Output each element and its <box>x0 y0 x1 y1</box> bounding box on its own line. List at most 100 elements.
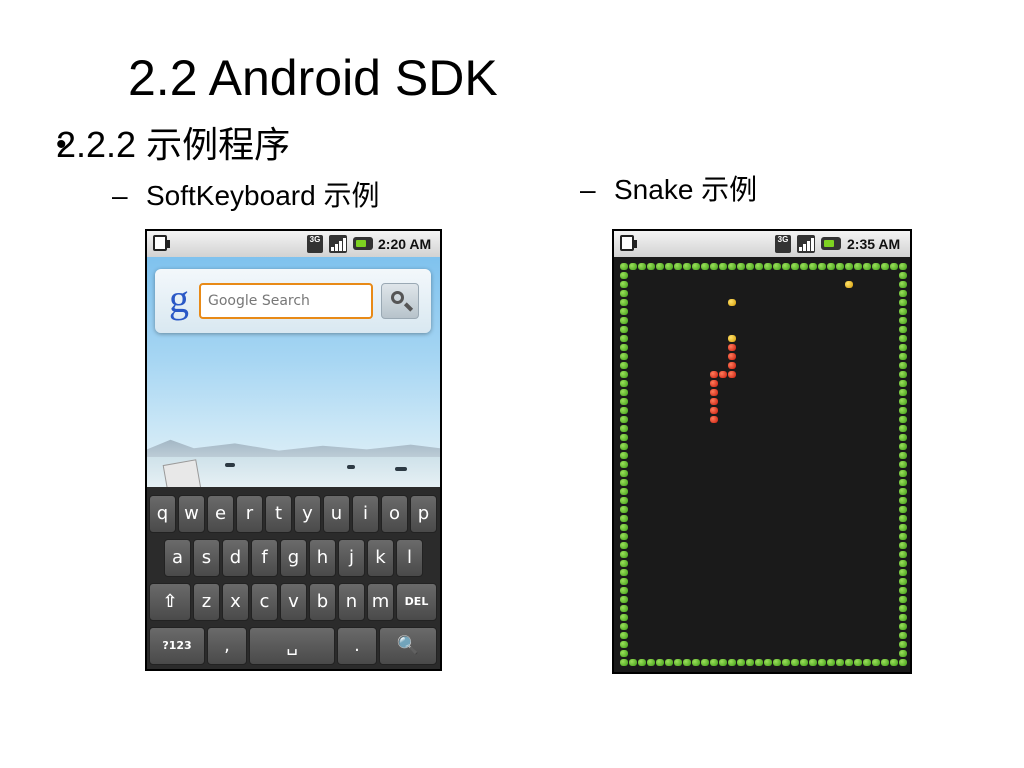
key-f[interactable]: f <box>251 539 278 577</box>
wall-segment <box>674 659 682 666</box>
wall-segment <box>890 659 898 666</box>
wall-segment <box>620 470 628 477</box>
delete-key[interactable]: DEL <box>396 583 437 621</box>
wall-segment <box>620 479 628 486</box>
wall-segment <box>899 596 907 603</box>
wall-segment <box>899 452 907 459</box>
key-j[interactable]: j <box>338 539 365 577</box>
key-k[interactable]: k <box>367 539 394 577</box>
google-search-widget[interactable]: g Google Search <box>155 269 431 333</box>
key-z[interactable]: z <box>193 583 220 621</box>
symbols-key[interactable]: ?123 <box>149 627 205 665</box>
snake-segment <box>728 353 736 360</box>
wall-segment <box>863 263 871 270</box>
wall-segment <box>899 308 907 315</box>
key-a[interactable]: a <box>164 539 191 577</box>
key-s[interactable]: s <box>193 539 220 577</box>
snake-head <box>728 335 736 342</box>
app-shortcut-icon[interactable] <box>162 459 202 487</box>
wall-segment <box>899 425 907 432</box>
wall-segment <box>773 263 781 270</box>
key-n[interactable]: n <box>338 583 365 621</box>
wall-segment <box>701 263 709 270</box>
wall-segment <box>881 659 889 666</box>
wall-segment <box>899 263 907 270</box>
snake-screenshot: 3G 2:35 AM <box>612 229 912 674</box>
wall-segment <box>620 623 628 630</box>
key-i[interactable]: i <box>352 495 379 533</box>
wall-segment <box>899 398 907 405</box>
wall-segment <box>620 407 628 414</box>
wall-segment <box>836 263 844 270</box>
key-comma[interactable]: , <box>207 627 247 665</box>
wall-segment <box>719 659 727 666</box>
wall-segment <box>620 425 628 432</box>
key-d[interactable]: d <box>222 539 249 577</box>
snake-game-field[interactable] <box>614 257 910 672</box>
wall-segment <box>899 659 907 666</box>
wall-segment <box>899 614 907 621</box>
wall-segment <box>899 569 907 576</box>
snake-segment <box>710 407 718 414</box>
wall-segment <box>899 488 907 495</box>
key-y[interactable]: y <box>294 495 321 533</box>
snake-segment <box>710 380 718 387</box>
key-h[interactable]: h <box>309 539 336 577</box>
key-b[interactable]: b <box>309 583 336 621</box>
wall-segment <box>899 605 907 612</box>
bullet-sample-programs: • 2.2.2 示例程序 <box>56 122 290 168</box>
key-c[interactable]: c <box>251 583 278 621</box>
key-u[interactable]: u <box>323 495 350 533</box>
wall-segment <box>620 578 628 585</box>
wall-segment <box>620 308 628 315</box>
wall-segment <box>854 659 862 666</box>
wall-segment <box>647 263 655 270</box>
key-m[interactable]: m <box>367 583 394 621</box>
wall-segment <box>791 659 799 666</box>
wall-segment <box>899 479 907 486</box>
key-x[interactable]: x <box>222 583 249 621</box>
key-v[interactable]: v <box>280 583 307 621</box>
key-period[interactable]: . <box>337 627 377 665</box>
wall-segment <box>692 659 700 666</box>
signal-icon <box>329 235 347 253</box>
search-icon <box>391 291 404 304</box>
key-r[interactable]: r <box>236 495 263 533</box>
wall-segment <box>809 263 817 270</box>
key-w[interactable]: w <box>178 495 205 533</box>
wall-segment <box>620 506 628 513</box>
wall-segment <box>620 380 628 387</box>
wallpaper-rock <box>395 467 407 471</box>
key-l[interactable]: l <box>396 539 423 577</box>
wall-segment <box>629 659 637 666</box>
wall-segment <box>827 263 835 270</box>
key-p[interactable]: p <box>410 495 437 533</box>
space-key[interactable]: ␣ <box>249 627 335 665</box>
snake-segment <box>710 398 718 405</box>
home-wallpaper: g Google Search <box>147 257 440 487</box>
key-q[interactable]: q <box>149 495 176 533</box>
search-button[interactable] <box>381 283 419 319</box>
battery-icon <box>353 237 373 250</box>
search-input[interactable]: Google Search <box>199 283 373 319</box>
keyboard-search-key[interactable]: 🔍 <box>379 627 437 665</box>
key-g[interactable]: g <box>280 539 307 577</box>
wall-segment <box>620 488 628 495</box>
shift-key[interactable]: ⇧ <box>149 583 191 621</box>
key-e[interactable]: e <box>207 495 234 533</box>
wall-segment <box>701 659 709 666</box>
snake-segment <box>710 416 718 423</box>
key-t[interactable]: t <box>265 495 292 533</box>
wall-segment <box>620 461 628 468</box>
wall-segment <box>620 632 628 639</box>
key-o[interactable]: o <box>381 495 408 533</box>
wall-segment <box>746 263 754 270</box>
wall-segment <box>620 398 628 405</box>
apple <box>728 299 736 306</box>
wall-segment <box>872 263 880 270</box>
wall-segment <box>656 659 664 666</box>
wall-segment <box>899 362 907 369</box>
wall-segment <box>899 524 907 531</box>
snake-segment <box>728 344 736 351</box>
wallpaper-rock <box>225 463 235 467</box>
